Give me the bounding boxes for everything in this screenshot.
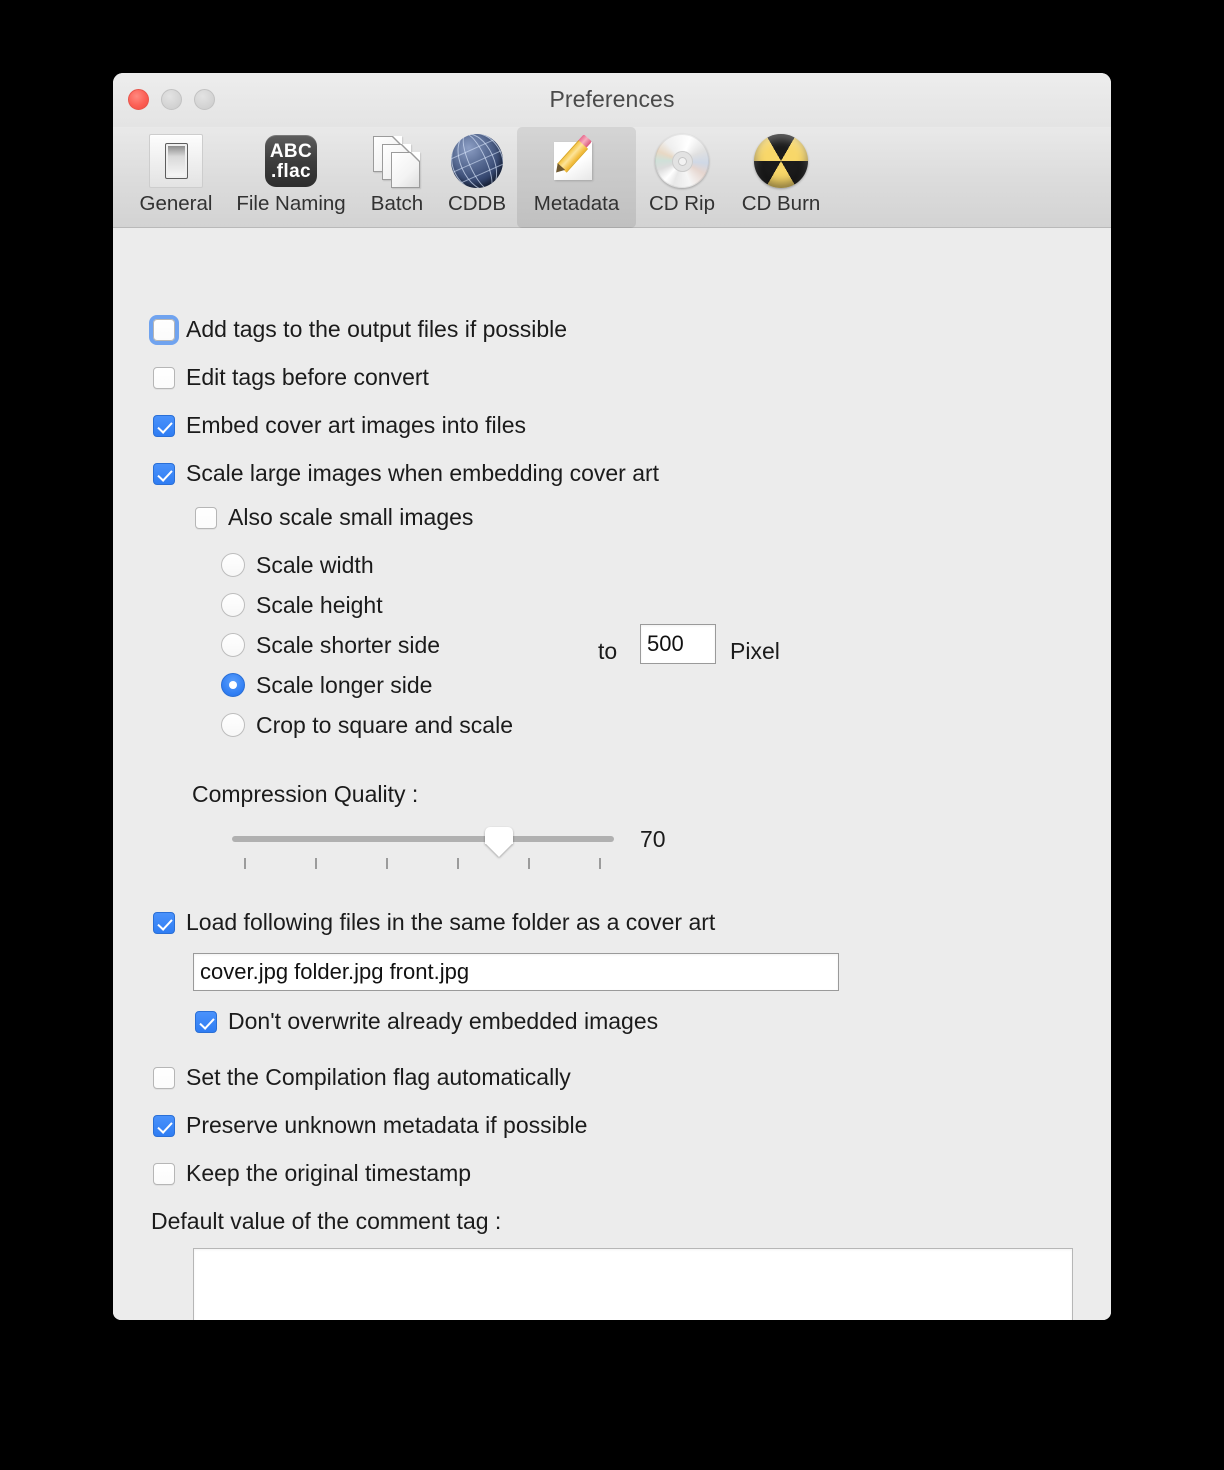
toolbar-label-file-naming: File Naming: [236, 192, 345, 216]
toolbar-label-batch: Batch: [371, 192, 423, 216]
default-comment-textarea[interactable]: [193, 1248, 1073, 1320]
radio-crop-to-square-and-scale[interactable]: [221, 713, 245, 737]
slider-tick: [315, 858, 317, 869]
checkbox-row-also-small[interactable]: Also scale small images: [195, 506, 473, 529]
toolbar-label-metadata: Metadata: [534, 192, 619, 216]
label-preserve-unknown-metadata: Preserve unknown metadata if possible: [186, 1114, 587, 1137]
toggle-switch-icon: [146, 131, 206, 191]
toolbar-label-cd-rip: CD Rip: [649, 192, 715, 216]
burn-radiation-icon: [751, 131, 811, 191]
checkbox-also-scale-small-images[interactable]: [195, 507, 217, 529]
slider-track[interactable]: [232, 836, 614, 842]
checkbox-dont-overwrite-embedded[interactable]: [195, 1011, 217, 1033]
label-also-scale-small-images: Also scale small images: [228, 506, 473, 529]
label-scale-large-images: Scale large images when embedding cover …: [186, 462, 659, 485]
label-embed-cover-art: Embed cover art images into files: [186, 414, 526, 437]
radio-row-scale-longer-side[interactable]: Scale longer side: [221, 673, 432, 697]
checkbox-preserve-unknown-metadata[interactable]: [153, 1115, 175, 1137]
toolbar-item-file-naming[interactable]: ABC .flac File Naming: [225, 127, 357, 228]
window-title: Preferences: [113, 86, 1111, 113]
checkbox-scale-large-images[interactable]: [153, 463, 175, 485]
label-load-following-files: Load following files in the same folder …: [186, 911, 715, 934]
checkbox-set-compilation-flag[interactable]: [153, 1067, 175, 1089]
screen: Preferences General ABC .flac File Namin…: [0, 0, 1224, 1470]
slider-tick: [528, 858, 530, 869]
slider-tick: [244, 858, 246, 869]
checkbox-row-compilation-flag[interactable]: Set the Compilation flag automatically: [153, 1066, 571, 1089]
preferences-window: Preferences General ABC .flac File Namin…: [113, 73, 1111, 1320]
slider-tick: [599, 858, 601, 869]
slider-thumb[interactable]: [485, 827, 513, 853]
checkbox-load-following-files[interactable]: [153, 912, 175, 934]
globe-icon: [447, 131, 507, 191]
radio-scale-width[interactable]: [221, 553, 245, 577]
radio-row-scale-width[interactable]: Scale width: [221, 553, 374, 577]
radio-row-scale-height[interactable]: Scale height: [221, 593, 383, 617]
radio-scale-height[interactable]: [221, 593, 245, 617]
checkbox-row-keep-timestamp[interactable]: Keep the original timestamp: [153, 1162, 471, 1185]
toolbar-item-cd-rip[interactable]: CD Rip: [636, 127, 728, 228]
radio-row-crop-to-square[interactable]: Crop to square and scale: [221, 713, 513, 737]
radio-scale-longer-side[interactable]: [221, 673, 245, 697]
toolbar-item-batch[interactable]: Batch: [357, 127, 437, 228]
abc-flac-icon-line1: ABC: [270, 142, 312, 161]
window-titlebar: Preferences: [113, 73, 1111, 127]
cover-filenames-input[interactable]: cover.jpg folder.jpg front.jpg: [193, 953, 839, 991]
slider-tick: [386, 858, 388, 869]
label-dont-overwrite-embedded: Don't overwrite already embedded images: [228, 1010, 658, 1033]
abc-flac-icon: ABC .flac: [261, 131, 321, 191]
scale-size-input[interactable]: 500: [640, 624, 716, 664]
checkbox-row-dont-overwrite[interactable]: Don't overwrite already embedded images: [195, 1010, 658, 1033]
checkbox-add-tags[interactable]: [153, 319, 175, 341]
stacked-pages-icon: [367, 131, 427, 191]
metadata-settings-pane: Add tags to the output files if possible…: [113, 228, 1111, 1320]
checkbox-embed-cover-art[interactable]: [153, 415, 175, 437]
toolbar-item-cddb[interactable]: CDDB: [437, 127, 517, 228]
toolbar-label-cddb: CDDB: [448, 192, 506, 216]
label-pixel: Pixel: [730, 640, 780, 663]
label-scale-shorter-side: Scale shorter side: [256, 634, 440, 657]
label-keep-original-timestamp: Keep the original timestamp: [186, 1162, 471, 1185]
toolbar-item-cd-burn[interactable]: CD Burn: [728, 127, 834, 228]
checkbox-keep-original-timestamp[interactable]: [153, 1163, 175, 1185]
label-compression-quality: Compression Quality :: [192, 783, 418, 806]
checkbox-edit-tags[interactable]: [153, 367, 175, 389]
checkbox-row-add-tags[interactable]: Add tags to the output files if possible: [153, 318, 567, 341]
slider-tick: [457, 858, 459, 869]
label-to: to: [598, 640, 617, 663]
label-scale-height: Scale height: [256, 594, 383, 617]
radio-row-scale-shorter-side[interactable]: Scale shorter side: [221, 633, 440, 657]
toolbar-item-general[interactable]: General: [127, 127, 225, 228]
label-default-comment-tag: Default value of the comment tag :: [151, 1210, 501, 1233]
compression-quality-slider[interactable]: [232, 836, 614, 876]
compact-disc-icon: [652, 131, 712, 191]
radio-scale-shorter-side[interactable]: [221, 633, 245, 657]
label-crop-to-square-and-scale: Crop to square and scale: [256, 714, 513, 737]
preferences-toolbar: General ABC .flac File Naming Batch: [113, 127, 1111, 228]
toolbar-item-metadata[interactable]: Metadata: [517, 127, 636, 228]
label-set-compilation-flag: Set the Compilation flag automatically: [186, 1066, 571, 1089]
checkbox-row-preserve-unknown[interactable]: Preserve unknown metadata if possible: [153, 1114, 587, 1137]
checkbox-row-load-following[interactable]: Load following files in the same folder …: [153, 911, 715, 934]
label-scale-longer-side: Scale longer side: [256, 674, 432, 697]
checkbox-row-embed-cover[interactable]: Embed cover art images into files: [153, 414, 526, 437]
label-scale-width: Scale width: [256, 554, 374, 577]
abc-flac-icon-line2: .flac: [271, 162, 311, 181]
toolbar-label-general: General: [140, 192, 213, 216]
label-add-tags: Add tags to the output files if possible: [186, 318, 567, 341]
checkbox-row-scale-large[interactable]: Scale large images when embedding cover …: [153, 462, 659, 485]
checkbox-row-edit-tags[interactable]: Edit tags before convert: [153, 366, 429, 389]
toolbar-label-cd-burn: CD Burn: [742, 192, 821, 216]
compression-quality-value: 70: [640, 828, 666, 851]
note-pencil-icon: [547, 131, 607, 191]
label-edit-tags: Edit tags before convert: [186, 366, 429, 389]
